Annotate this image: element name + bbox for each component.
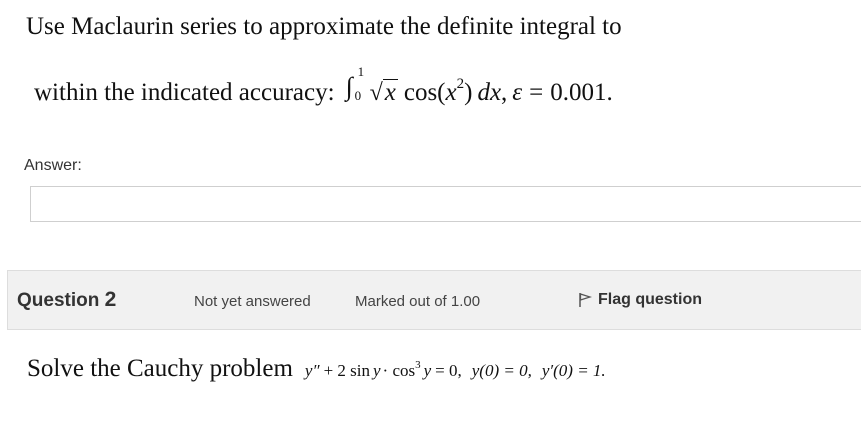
question-status: Not yet answered	[194, 293, 311, 310]
answer-input[interactable]	[30, 186, 861, 222]
initial-condition-2: y′(0) = 1.	[541, 361, 606, 380]
integral-lower-limit: 0	[354, 88, 362, 103]
epsilon: ε	[512, 79, 523, 106]
accuracy-value: 0.001.	[550, 79, 613, 106]
flag-question-link[interactable]: Flag question	[578, 291, 702, 309]
question2-info-bar: Question 2 Not yet answered Marked out o…	[7, 270, 861, 330]
answer-label: Answer:	[24, 157, 82, 174]
cauchy-equation: y″ + 2 sin y · cos 3 y = 0, y(0) = 0, y′…	[304, 359, 606, 380]
question-marks: Marked out of 1.00	[355, 293, 481, 310]
question1-integral-expression: ∫ 1 0 √ x cos ( x 2 ) dx , ε = 0.001.	[345, 64, 613, 106]
flag-icon	[578, 292, 593, 308]
integral-upper-limit: 1	[357, 64, 365, 79]
exponent: 2	[456, 76, 465, 92]
question1-text-line2: within the indicated accuracy: ∫ 1 0 √ x…	[34, 64, 613, 107]
question1-accuracy-prefix: within the indicated accuracy:	[34, 79, 335, 106]
initial-condition-1: y(0) = 0,	[471, 361, 532, 380]
integral-symbol: ∫ 1 0	[345, 64, 365, 103]
question2-title: Question 2	[17, 288, 117, 311]
question2-text: Solve the Cauchy problem y″ + 2 sin y · …	[27, 355, 606, 383]
question1-text-line1: Use Maclaurin series to approximate the …	[26, 13, 622, 40]
question-number: 2	[104, 288, 117, 311]
question2-prefix: Solve the Cauchy problem	[27, 355, 293, 382]
cos-function: cos	[403, 79, 438, 106]
sqrt-expression: √ x	[369, 79, 398, 106]
flag-question-label: Flag question	[598, 291, 702, 308]
dx: dx	[477, 79, 502, 106]
